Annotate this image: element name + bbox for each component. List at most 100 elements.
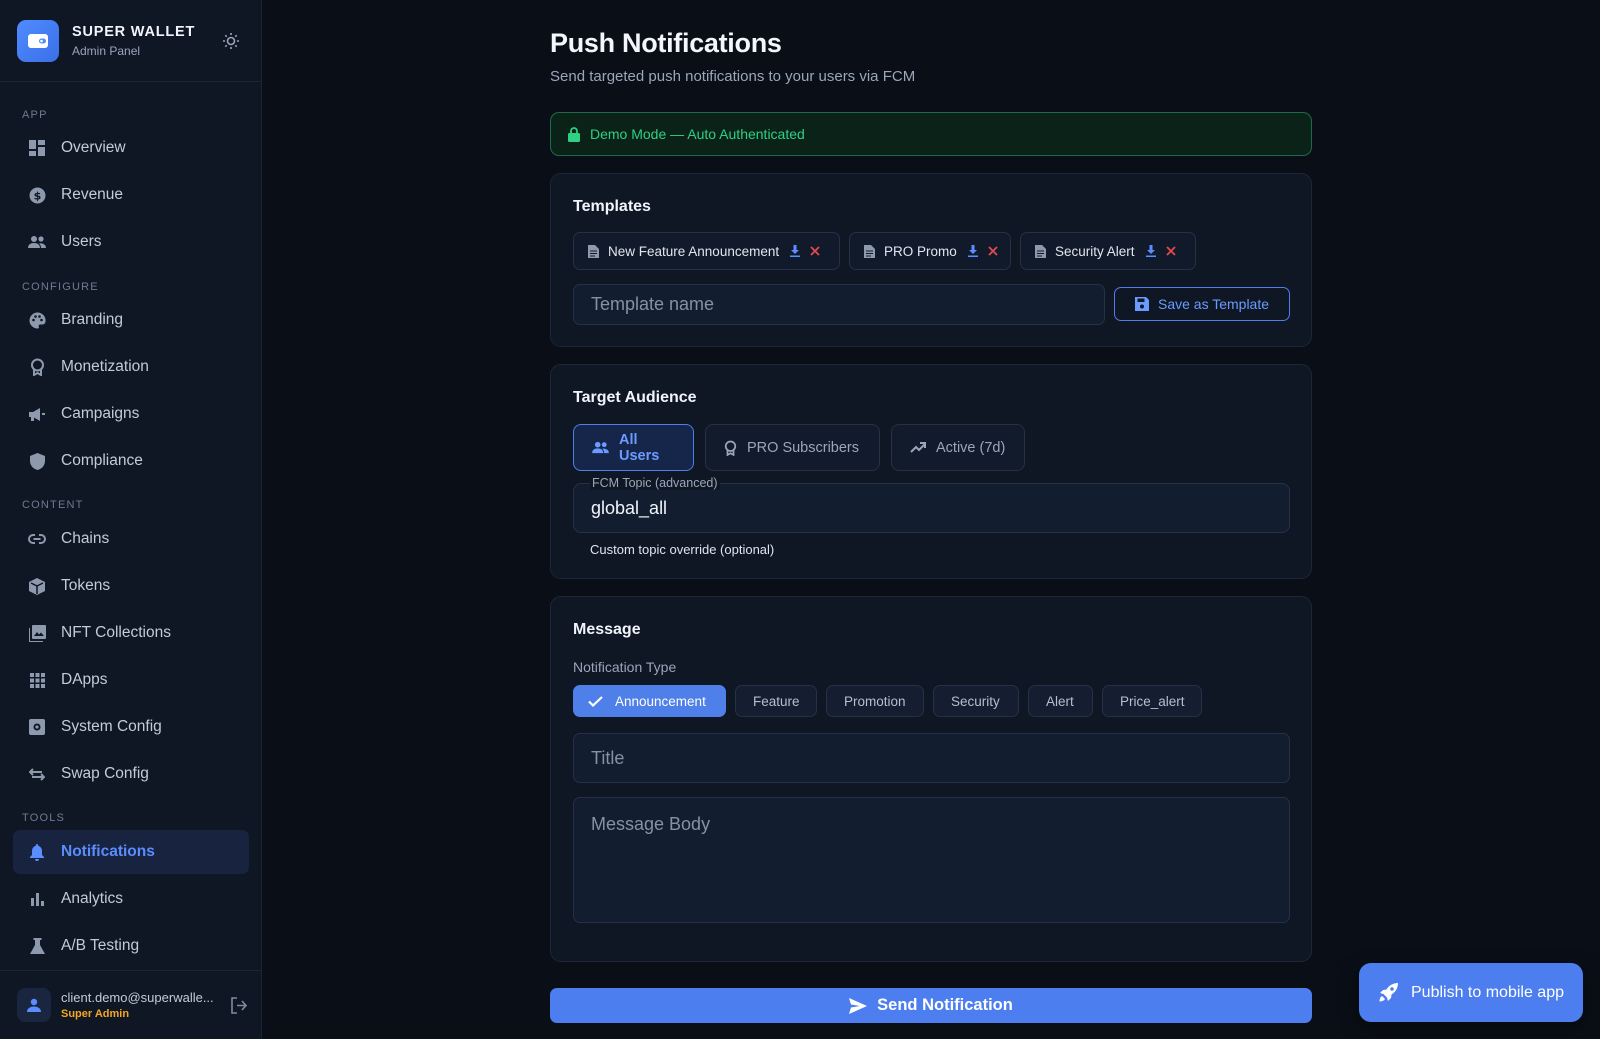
templates-card: Templates New Feature Announcement PRO P… [550, 173, 1312, 347]
floppy-disk-icon [1134, 297, 1149, 311]
logout-icon[interactable] [229, 995, 249, 1015]
sidebar-item-label: Notifications [61, 843, 155, 860]
save-template-button[interactable]: Save as Template [1114, 287, 1290, 321]
type-chip-feature[interactable]: Feature [735, 685, 817, 717]
audience-option-pro-subscribers[interactable]: PRO Subscribers [705, 424, 880, 471]
audience-title: Target Audience [573, 389, 697, 406]
demo-mode-banner: Demo Mode — Auto Authenticated [550, 112, 1312, 156]
sidebar-item-swap-config[interactable]: Swap Config [13, 752, 249, 796]
sidebar-item-label: A/B Testing [61, 937, 140, 954]
sidebar-item-label: Branding [61, 311, 124, 328]
document-icon [1035, 244, 1046, 258]
nav-section-tools: TOOLS [22, 812, 66, 824]
sidebar-item-chains[interactable]: Chains [13, 517, 249, 561]
sidebar-item-label: Users [61, 233, 102, 250]
document-icon [864, 244, 875, 258]
template-chip[interactable]: PRO Promo [849, 232, 1011, 270]
type-chip-promotion[interactable]: Promotion [826, 685, 924, 717]
save-template-label: Save as Template [1157, 296, 1270, 312]
download-icon[interactable] [967, 245, 978, 257]
sun-icon[interactable] [218, 28, 244, 54]
sidebar-item-notifications[interactable]: Notifications [13, 830, 249, 874]
sidebar-item-tokens[interactable]: Tokens [13, 564, 249, 608]
message-card: Message Notification Type Announcement F… [550, 596, 1312, 962]
type-chip-label: Announcement [615, 693, 706, 709]
bar-chart-icon [28, 890, 46, 908]
message-body-placeholder: Message Body [591, 814, 711, 834]
badge-icon [724, 440, 737, 456]
sidebar-item-overview[interactable]: Overview [13, 126, 249, 170]
type-chip-label: Promotion [844, 693, 906, 709]
sidebar-item-compliance[interactable]: Compliance [13, 439, 249, 483]
fcm-topic-input[interactable]: global_all [573, 483, 1290, 533]
person-icon [27, 998, 41, 1012]
nav-section-configure: CONFIGURE [22, 281, 99, 293]
badge-icon [28, 358, 46, 376]
message-title: Message [573, 621, 641, 638]
templates-title: Templates [573, 198, 651, 215]
sidebar-item-label: NFT Collections [61, 624, 171, 641]
sidebar-item-label: Compliance [61, 452, 143, 469]
users-icon [592, 441, 609, 454]
sidebar-item-users[interactable]: Users [13, 220, 249, 264]
template-chip[interactable]: New Feature Announcement [573, 232, 840, 270]
audience-option-label: Active (7d) [936, 439, 1006, 456]
send-notification-button[interactable]: Send Notification [550, 988, 1312, 1023]
type-chip-label: Security [951, 693, 1000, 709]
sidebar-item-nft-collections[interactable]: NFT Collections [13, 611, 249, 655]
sidebar-item-dapps[interactable]: DApps [13, 658, 249, 702]
dashboard-icon [28, 139, 46, 157]
send-icon [849, 997, 868, 1014]
svg-text:$: $ [33, 189, 41, 202]
sidebar-item-analytics[interactable]: Analytics [13, 877, 249, 921]
sidebar-item-label: Revenue [61, 186, 124, 203]
cube-icon [28, 577, 46, 595]
settings-icon [28, 718, 46, 736]
swap-icon [28, 765, 46, 783]
sidebar-item-label: System Config [61, 718, 162, 735]
title-placeholder: Title [591, 747, 625, 768]
brand-title: SUPER WALLET [72, 23, 196, 40]
trending-up-icon [910, 442, 926, 453]
nav-section-content: CONTENT [22, 499, 84, 511]
sidebar: SUPER WALLET Admin Panel APP Overview $ … [0, 0, 262, 1039]
delete-icon[interactable] [810, 246, 820, 256]
type-chip-security[interactable]: Security [933, 685, 1019, 717]
dollar-icon: $ [28, 186, 46, 204]
user-role-badge: Super Admin [61, 1008, 130, 1020]
sidebar-item-ab-testing[interactable]: A/B Testing [13, 924, 249, 968]
type-chip-price-alert[interactable]: Price_alert [1102, 685, 1202, 717]
nav-section-app: APP [22, 109, 48, 121]
sidebar-item-revenue[interactable]: $ Revenue [13, 173, 249, 217]
check-icon [588, 695, 603, 707]
download-icon[interactable] [1145, 245, 1156, 257]
delete-icon[interactable] [1165, 246, 1176, 256]
message-body-textarea[interactable]: Message Body [573, 797, 1290, 923]
link-icon [28, 530, 46, 548]
fcm-topic-helper: Custom topic override (optional) [590, 542, 775, 557]
template-chip[interactable]: Security Alert [1020, 232, 1196, 270]
title-input[interactable]: Title [573, 733, 1290, 783]
audience-option-active-7d[interactable]: Active (7d) [891, 424, 1025, 471]
type-chip-label: Alert [1046, 693, 1074, 709]
type-chip-announcement[interactable]: Announcement [573, 685, 726, 717]
template-name-input[interactable]: Template name [573, 284, 1105, 325]
sidebar-item-system-config[interactable]: System Config [13, 705, 249, 749]
template-name: New Feature Announcement [608, 243, 780, 259]
bell-icon [28, 843, 46, 861]
audience-option-all-users[interactable]: All Users [573, 424, 694, 471]
publish-to-mobile-button[interactable]: Publish to mobile app [1359, 963, 1583, 1022]
fcm-topic-value: global_all [591, 498, 668, 518]
fcm-topic-label: FCM Topic (advanced) [590, 476, 720, 490]
sidebar-item-campaigns[interactable]: Campaigns [13, 392, 249, 436]
sidebar-item-branding[interactable]: Branding [13, 298, 249, 342]
sidebar-item-label: Campaigns [61, 405, 140, 422]
sidebar-item-monetization[interactable]: Monetization [13, 345, 249, 389]
download-icon[interactable] [790, 245, 801, 257]
template-name: PRO Promo [884, 243, 957, 259]
wallet-logo-icon [17, 19, 59, 62]
delete-icon[interactable] [988, 246, 998, 256]
type-chip-alert[interactable]: Alert [1028, 685, 1093, 717]
avatar[interactable] [17, 988, 51, 1022]
template-name-placeholder: Template name [591, 294, 715, 314]
